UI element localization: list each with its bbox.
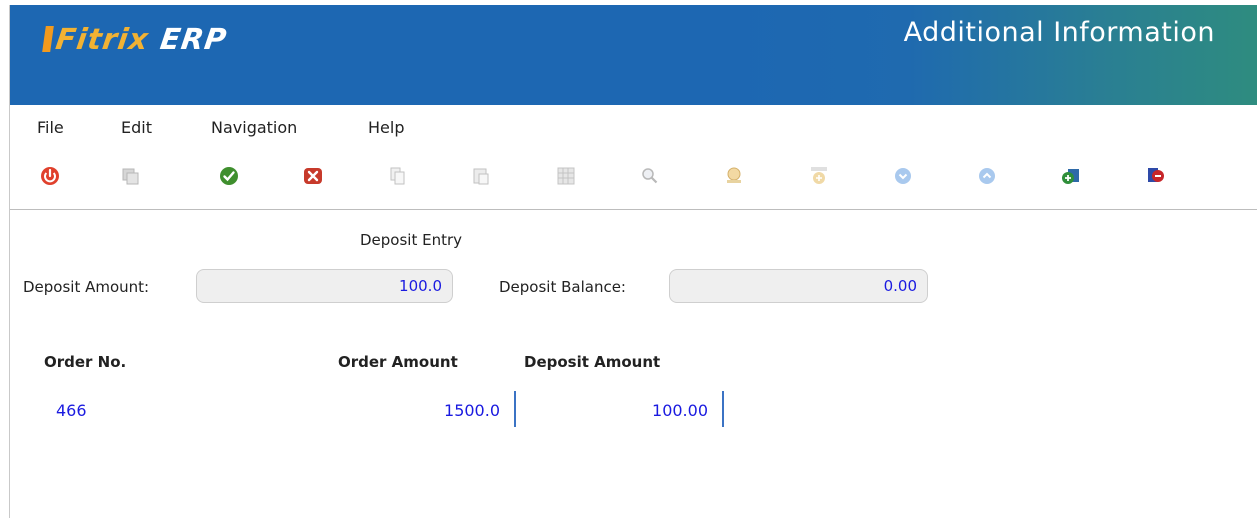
scroll-up-icon[interactable] <box>976 165 998 187</box>
order-no-cell[interactable]: 466 <box>56 401 87 420</box>
grid-icon[interactable] <box>555 165 577 187</box>
add-icon[interactable] <box>808 165 830 187</box>
copy-icon[interactable] <box>386 165 408 187</box>
app-window: Fitrix ERP Additional Information File Ed… <box>9 5 1257 518</box>
fitrix-logo: Fitrix ERP <box>41 19 230 59</box>
toolbar-divider <box>10 209 1257 210</box>
logo-suffix: ERP <box>158 22 230 56</box>
section-title: Deposit Entry <box>360 231 463 249</box>
deposit-balance-label: Deposit Balance: <box>499 278 626 296</box>
power-icon[interactable] <box>39 165 61 187</box>
copy-screen-icon[interactable] <box>119 165 141 187</box>
paste-icon[interactable] <box>470 165 492 187</box>
header-banner: Fitrix ERP Additional Information <box>10 5 1257 105</box>
accept-icon[interactable] <box>218 165 240 187</box>
deposit-amount-label: Deposit Amount: <box>23 278 150 296</box>
column-header-deposit-amount: Deposit Amount <box>524 353 661 371</box>
deposit-balance-field[interactable]: 0.00 <box>669 269 928 303</box>
column-header-order-no: Order No. <box>44 353 127 371</box>
menu-bar: File Edit Navigation Help <box>10 118 610 142</box>
menu-navigation[interactable]: Navigation <box>211 118 297 137</box>
logo-text: Fitrix <box>53 22 151 56</box>
column-header-order-amount: Order Amount <box>338 353 458 371</box>
order-amount-cell[interactable]: 1500.0 <box>310 401 500 420</box>
scroll-down-icon[interactable] <box>892 165 914 187</box>
toolbar <box>10 163 1257 191</box>
delete-row-icon[interactable] <box>1145 165 1167 187</box>
window-title: Additional Information <box>903 17 1215 48</box>
zoom-icon[interactable] <box>639 165 661 187</box>
deposit-amount-field[interactable]: 100.0 <box>196 269 453 303</box>
menu-file[interactable]: File <box>37 118 64 137</box>
lock-icon[interactable] <box>723 165 745 187</box>
logo-mark <box>42 26 54 52</box>
cancel-icon[interactable] <box>302 165 324 187</box>
deposit-amount-cell[interactable]: 100.00 <box>520 401 708 420</box>
menu-edit[interactable]: Edit <box>121 118 152 137</box>
menu-help[interactable]: Help <box>368 118 404 137</box>
add-row-icon[interactable] <box>1060 165 1082 187</box>
